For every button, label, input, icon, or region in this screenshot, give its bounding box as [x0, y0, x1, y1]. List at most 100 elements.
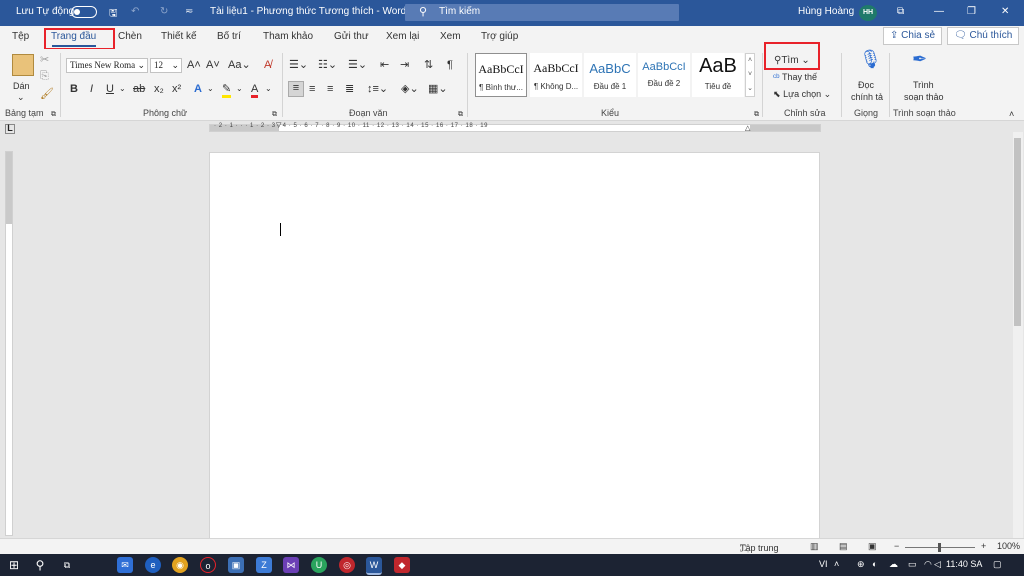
italic-icon[interactable]: I	[90, 83, 93, 95]
chevron-down-icon[interactable]: ⌄	[236, 83, 243, 95]
style-title[interactable]: AaB Tiêu đề	[692, 53, 744, 97]
zoom-level[interactable]: 100%	[997, 541, 1020, 551]
zalo-icon[interactable]: Z	[256, 557, 272, 573]
app-u-icon[interactable]: U	[311, 557, 327, 573]
select-button[interactable]: ⬉ Lựa chọn ⌄	[773, 89, 831, 100]
tab-layout[interactable]: Bố trí	[217, 31, 241, 42]
paste-dropdown-icon[interactable]: ⌄	[17, 92, 25, 103]
task-view-icon[interactable]: ⧉	[59, 557, 75, 573]
save-icon[interactable]: 🖫	[109, 6, 118, 23]
underline-dropdown-icon[interactable]: ⌄	[119, 83, 126, 95]
mail-icon[interactable]: ✉	[117, 557, 133, 573]
tab-help[interactable]: Trợ giúp	[481, 31, 518, 42]
share-button[interactable]: ⇪ Chia sẻ	[883, 27, 943, 45]
strikethrough-icon[interactable]: ab	[133, 83, 145, 95]
display-icon[interactable]: ▭	[908, 559, 917, 570]
clear-formatting-icon[interactable]: A̸	[264, 59, 271, 71]
dictate-label-2[interactable]: chính tả	[851, 92, 883, 102]
grow-font-icon[interactable]: A˄	[187, 59, 201, 71]
zoom-slider-thumb[interactable]	[938, 543, 941, 552]
styles-launcher-icon[interactable]: ⧉	[754, 109, 759, 121]
vertical-ruler[interactable]	[5, 151, 13, 536]
visual-studio-icon[interactable]: ⋈	[283, 557, 299, 573]
zoom-out-button[interactable]: −	[894, 541, 899, 551]
autosave-toggle[interactable]	[71, 6, 97, 18]
clock[interactable]: 11:40 SA	[946, 559, 982, 569]
bullets-icon[interactable]: ☰⌄	[289, 59, 308, 71]
align-right-icon[interactable]: ≡	[327, 83, 333, 95]
scrollbar-thumb[interactable]	[1014, 138, 1021, 326]
read-mode-icon[interactable]: ▥	[810, 541, 819, 552]
superscript-icon[interactable]: x²	[172, 83, 181, 95]
bold-icon[interactable]: B	[70, 83, 78, 95]
font-launcher-icon[interactable]: ⧉	[272, 109, 277, 121]
record-icon[interactable]: ◎	[339, 557, 355, 573]
customize-qat-icon[interactable]: ≂	[185, 6, 193, 17]
redo-icon[interactable]: ↻	[160, 6, 168, 17]
style-normal[interactable]: AaBbCcI ¶ Bình thư...	[475, 53, 527, 97]
decrease-indent-icon[interactable]: ⇤	[380, 59, 389, 71]
align-center-icon[interactable]: ≡	[309, 83, 315, 95]
chrome-icon[interactable]: ◉	[172, 557, 188, 573]
windows-start-icon[interactable]: ⊞	[6, 557, 22, 573]
avatar[interactable]: HH	[859, 5, 877, 21]
minimize-icon[interactable]: —	[934, 6, 944, 17]
tray-chevron-icon[interactable]: ˄	[834, 559, 839, 569]
increase-indent-icon[interactable]: ⇥	[400, 59, 409, 71]
tab-references[interactable]: Tham khảo	[263, 31, 313, 42]
network-icon[interactable]: ◠	[924, 559, 932, 570]
right-indent-marker[interactable]: △	[745, 124, 750, 132]
sort-icon[interactable]: ⇅	[424, 59, 433, 71]
style-heading-1[interactable]: AaBbC Đầu đề 1	[584, 53, 636, 97]
tab-mailings[interactable]: Gửi thư	[334, 31, 369, 42]
align-left-icon[interactable]: ≡	[288, 81, 304, 97]
numbering-icon[interactable]: ☷⌄	[318, 59, 337, 71]
location-icon[interactable]: ⊕	[857, 559, 865, 570]
change-case-icon[interactable]: Aa⌄	[228, 59, 251, 71]
user-name[interactable]: Hùng Hoàng	[798, 6, 854, 17]
chevron-down-icon[interactable]: ⌄	[265, 83, 272, 95]
restore-icon[interactable]: ❐	[967, 6, 976, 17]
tab-file[interactable]: Tệp	[12, 31, 29, 42]
tab-insert[interactable]: Chèn	[118, 31, 142, 42]
replace-button[interactable]: ᶜᵇ Thay thế	[773, 72, 817, 82]
search-box[interactable]: ⚲ Tìm kiếm	[405, 4, 679, 21]
search-icon[interactable]: ⚲	[32, 557, 48, 573]
cut-icon[interactable]: ✂	[40, 54, 49, 66]
highlight-color-icon[interactable]: ✎	[222, 83, 232, 98]
paste-label[interactable]: Dán	[13, 81, 30, 91]
multilevel-list-icon[interactable]: ☰⌄	[348, 59, 367, 71]
style-heading-2[interactable]: AaBbCcI Đầu đề 2	[638, 53, 690, 97]
font-color-icon[interactable]: A	[251, 83, 259, 98]
app-icon[interactable]: ▣	[228, 557, 244, 573]
subscript-icon[interactable]: x₂	[154, 83, 164, 95]
text-effects-icon[interactable]: A	[194, 83, 202, 95]
dictate-label-1[interactable]: Đọc	[858, 80, 874, 90]
justify-icon[interactable]: ≣	[345, 83, 354, 95]
format-painter-icon[interactable]: 🖌	[40, 88, 54, 100]
shrink-font-icon[interactable]: A˅	[206, 59, 220, 71]
font-name-box[interactable]: Times New Roma ⌄	[66, 58, 148, 73]
word-icon[interactable]: W	[366, 557, 382, 575]
zoom-in-button[interactable]: +	[981, 541, 986, 551]
line-spacing-icon[interactable]: ↕≡⌄	[367, 83, 388, 95]
microphone-icon[interactable]: 🎙	[859, 50, 882, 68]
app-tray-icon[interactable]: ◐	[872, 559, 877, 569]
vertical-scrollbar[interactable]	[1013, 132, 1023, 538]
editor-label-2[interactable]: soạn thảo	[904, 92, 944, 102]
collapse-ribbon-icon[interactable]: ˄	[1009, 108, 1014, 120]
print-layout-icon[interactable]: ▤	[839, 541, 848, 552]
ribbon-display-icon[interactable]: ⧉	[897, 6, 904, 17]
editor-label-1[interactable]: Trình	[913, 80, 934, 90]
paste-icon[interactable]	[12, 54, 34, 76]
comments-button[interactable]: 🗨 Chú thích	[947, 27, 1020, 45]
paragraph-launcher-icon[interactable]: ⧉	[458, 109, 463, 121]
underline-icon[interactable]: U	[106, 83, 114, 95]
close-icon[interactable]: ✕	[1001, 6, 1009, 17]
borders-icon[interactable]: ▦⌄	[428, 83, 448, 95]
notification-icon[interactable]: ▢	[993, 559, 1002, 570]
clipboard-launcher-icon[interactable]: ⧉	[51, 109, 56, 121]
document-page[interactable]	[209, 152, 820, 542]
editor-pen-icon[interactable]: ✒	[912, 50, 927, 68]
edge-icon[interactable]: e	[145, 557, 161, 573]
